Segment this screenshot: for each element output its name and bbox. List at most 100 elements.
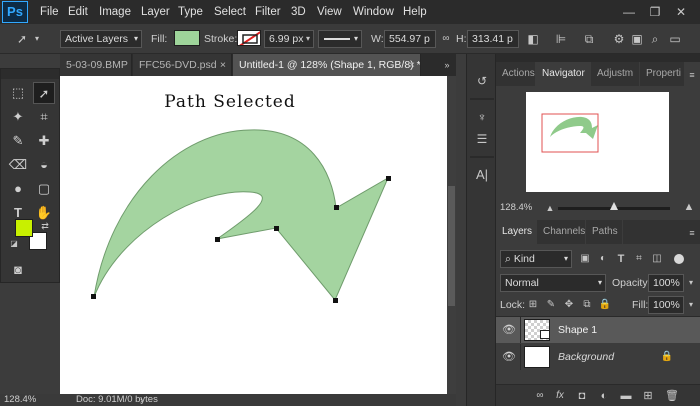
- tab-navigator[interactable]: Navigator: [536, 62, 590, 86]
- tab-channels[interactable]: Channels: [537, 220, 585, 244]
- tab-adjustments[interactable]: Adjustm: [591, 62, 639, 86]
- zoom-out-icon[interactable]: ▲: [544, 199, 556, 217]
- width-field[interactable]: 554.97 p: [384, 30, 436, 48]
- status-menu-icon[interactable]: ›: [140, 394, 143, 406]
- document-canvas[interactable]: Path Selected: [60, 76, 447, 394]
- menu-select[interactable]: Select: [214, 0, 246, 24]
- blur-tool-icon[interactable]: ●: [7, 178, 29, 200]
- brush-tool-icon[interactable]: ✎: [7, 130, 29, 152]
- group-icon[interactable]: ▬: [618, 387, 634, 405]
- lock-all-icon[interactable]: 🔒: [598, 296, 612, 314]
- chevron-down-icon[interactable]: ▾: [303, 30, 313, 48]
- adjustment-icon[interactable]: ◐: [596, 387, 612, 405]
- stroke-type-dropdown[interactable]: ▾: [318, 30, 362, 48]
- height-field[interactable]: 313.41 p: [467, 30, 519, 48]
- paint-bucket-tool-icon[interactable]: ◒: [33, 154, 55, 176]
- doc-tab-untitled[interactable]: Untitled-1 @ 128% (Shape 1, RGB/8) * ×: [233, 54, 421, 76]
- stroke-color-swatch[interactable]: [237, 30, 261, 46]
- lock-image-icon[interactable]: ✎: [544, 296, 558, 314]
- crop-tool-icon[interactable]: ⌗: [33, 106, 55, 128]
- close-tab-icon[interactable]: ×: [409, 54, 415, 76]
- chevron-down-icon[interactable]: ▾: [685, 274, 697, 292]
- tab-overflow-icon[interactable]: »: [440, 56, 454, 74]
- fill-color-swatch[interactable]: [174, 30, 200, 46]
- menu-help[interactable]: Help: [403, 0, 427, 24]
- menu-3d[interactable]: 3D: [291, 0, 306, 24]
- fx-icon[interactable]: fx: [552, 387, 568, 405]
- shape-tool-icon[interactable]: ▢: [33, 178, 55, 200]
- filter-adjustment-icon[interactable]: ◐: [596, 250, 610, 268]
- menu-edit[interactable]: Edit: [68, 0, 88, 24]
- new-layer-icon[interactable]: ⊞: [640, 387, 656, 405]
- marquee-tool-icon[interactable]: ⬚: [7, 82, 29, 104]
- filter-toggle-icon[interactable]: [674, 254, 684, 264]
- layer-row-shape-1[interactable]: 👁 Shape 1: [496, 317, 700, 343]
- tab-properties[interactable]: Properti: [640, 62, 684, 86]
- panel-menu-icon[interactable]: ≡: [685, 224, 699, 242]
- default-colors-icon[interactable]: ◪: [9, 235, 19, 253]
- history-panel-icon[interactable]: ↺: [472, 72, 492, 90]
- restore-icon[interactable]: ❐: [646, 3, 664, 21]
- scrollbar-thumb[interactable]: [448, 186, 455, 306]
- vertical-scrollbar[interactable]: [447, 76, 456, 394]
- foreground-color-swatch[interactable]: [15, 219, 33, 237]
- brush-presets-icon[interactable]: ♆: [472, 108, 492, 126]
- menu-file[interactable]: File: [40, 0, 59, 24]
- trash-icon[interactable]: 🗑: [664, 387, 680, 405]
- path-selection-tool-preset-icon[interactable]: ➚: [14, 30, 30, 48]
- chevron-down-icon[interactable]: ▾: [685, 296, 697, 314]
- healing-tool-icon[interactable]: ✚: [33, 130, 55, 152]
- lock-transparent-icon[interactable]: ⊞: [526, 296, 540, 314]
- mask-icon[interactable]: ◘: [574, 387, 590, 405]
- doc-tab-ffc56[interactable]: FFC56-DVD.psd ×: [133, 54, 232, 76]
- panel-menu-icon[interactable]: ≡: [685, 66, 699, 84]
- link-dimensions-icon[interactable]: ∞: [440, 30, 452, 48]
- minimize-icon[interactable]: —: [620, 3, 638, 21]
- properties-panel-icon[interactable]: ☰: [472, 130, 492, 148]
- menu-filter[interactable]: Filter: [255, 0, 281, 24]
- layer-row-background[interactable]: 👁 Background 🔒: [496, 344, 700, 370]
- filter-pixel-icon[interactable]: ▣: [578, 250, 592, 268]
- quick-mask-icon[interactable]: ◙: [7, 259, 29, 281]
- menu-type[interactable]: Type: [178, 0, 203, 24]
- lock-artboard-icon[interactable]: ⧉: [580, 296, 594, 314]
- link-icon[interactable]: ∞: [532, 387, 548, 405]
- tab-actions[interactable]: Actions: [496, 62, 535, 86]
- path-arrangement-icon[interactable]: ⧉: [580, 30, 598, 48]
- menu-image[interactable]: Image: [99, 0, 131, 24]
- zoom-in-icon[interactable]: ▲: [682, 198, 696, 216]
- path-alignment-icon[interactable]: ⊫: [552, 30, 570, 48]
- align-edges-icon[interactable]: ▣: [630, 30, 644, 48]
- visibility-eye-icon[interactable]: 👁: [498, 344, 520, 370]
- lock-position-icon[interactable]: ✥: [562, 296, 576, 314]
- fill-field[interactable]: 100%: [648, 296, 684, 314]
- menu-window[interactable]: Window: [353, 0, 394, 24]
- search-icon[interactable]: ⌕: [648, 30, 662, 48]
- menu-layer[interactable]: Layer: [141, 0, 170, 24]
- menu-view[interactable]: View: [317, 0, 342, 24]
- doc-tab-bmp[interactable]: 5-03-09.BMP: [60, 54, 132, 76]
- character-panel-icon[interactable]: A|: [472, 166, 492, 184]
- tab-layers[interactable]: Layers: [496, 220, 536, 244]
- settings-gear-icon[interactable]: ⚙: [610, 30, 628, 48]
- blend-mode-dropdown[interactable]: Normal ▾: [500, 274, 606, 292]
- filter-smart-object-icon[interactable]: ◫: [650, 250, 664, 268]
- close-tab-icon[interactable]: ×: [220, 54, 226, 76]
- filter-type-icon[interactable]: T: [614, 250, 628, 268]
- tab-paths[interactable]: Paths: [586, 220, 622, 244]
- magic-wand-tool-icon[interactable]: ✦: [7, 106, 29, 128]
- path-selection-tool-icon[interactable]: ➚: [33, 82, 55, 104]
- workspace-icon[interactable]: ▭: [668, 30, 682, 48]
- opacity-field[interactable]: 100%: [648, 274, 684, 292]
- chevron-down-icon[interactable]: ▾: [32, 30, 42, 48]
- visibility-eye-icon[interactable]: 👁: [498, 317, 520, 343]
- filter-kind-dropdown[interactable]: ⌕ Kind ▾: [500, 250, 572, 268]
- filter-shape-icon[interactable]: ⌗: [632, 250, 646, 268]
- path-operations-icon[interactable]: ◧: [524, 30, 542, 48]
- select-mode-dropdown[interactable]: Active Layers ▾: [60, 30, 142, 48]
- eraser-tool-icon[interactable]: ⌫: [7, 154, 29, 176]
- close-window-icon[interactable]: ✕: [672, 3, 690, 21]
- zoom-slider-thumb[interactable]: [610, 202, 618, 210]
- navigator-preview[interactable]: [526, 92, 669, 192]
- swap-colors-icon[interactable]: ⇄: [39, 217, 51, 235]
